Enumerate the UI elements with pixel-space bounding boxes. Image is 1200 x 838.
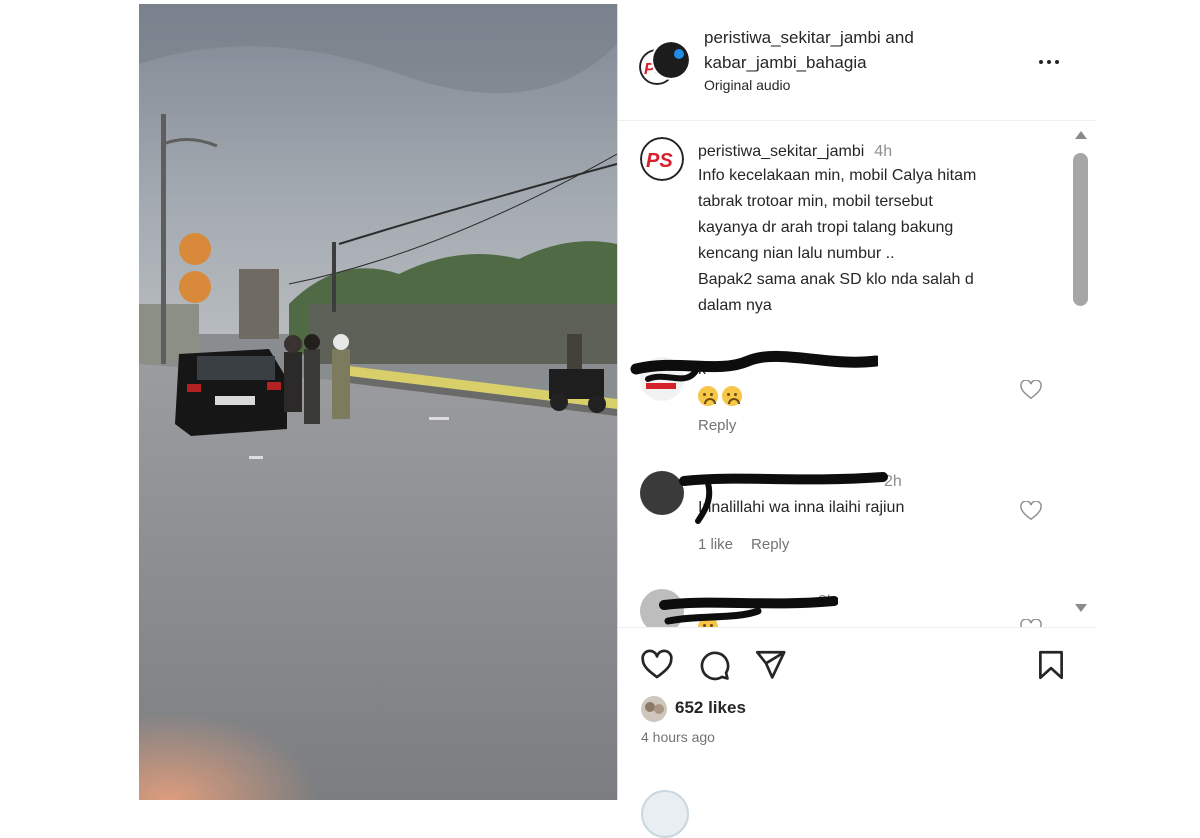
- comment-text: Innalillahi wa inna ilaihi rajiun: [698, 499, 905, 516]
- post-side-panel: PS peristiwa_sekitar_jambi and kabar_jam…: [617, 4, 1095, 838]
- comment-avatar[interactable]: [640, 357, 684, 401]
- comment-heart-icon[interactable]: [1020, 619, 1042, 627]
- liker-avatar[interactable]: [641, 696, 667, 722]
- likes-count[interactable]: 652 likes: [675, 698, 746, 718]
- sad-face-emoji-icon: [698, 386, 718, 406]
- avatar-icon: [646, 383, 676, 389]
- scroll-down-arrow-icon[interactable]: [1075, 604, 1087, 612]
- post-video[interactable]: [139, 4, 617, 800]
- comment-item: 3h: [618, 581, 1068, 627]
- caption-time[interactable]: 4h: [874, 143, 892, 160]
- audio-link[interactable]: Original audio: [704, 77, 790, 93]
- post-header: PS peristiwa_sekitar_jambi and kabar_jam…: [618, 4, 1095, 121]
- comment-item: 2h Innalillahi wa inna ilaihi rajiun 1 l…: [618, 461, 1068, 561]
- caption-line: Info kecelakaan min, mobil Calya hitam: [698, 167, 977, 184]
- comment-emojis: [698, 386, 746, 406]
- sad-face-emoji-icon: [698, 617, 718, 627]
- like-button[interactable]: [640, 648, 674, 682]
- comment-username[interactable]: k: [698, 361, 706, 378]
- bookmark-icon: [1039, 650, 1063, 680]
- send-icon: [755, 650, 786, 679]
- more-options-button[interactable]: [1039, 53, 1065, 69]
- comment-item: k Reply: [618, 349, 1068, 449]
- caption-avatar[interactable]: PS: [640, 137, 684, 181]
- comments-scrollbar[interactable]: [1069, 121, 1091, 627]
- comment-likes[interactable]: 1 like: [698, 536, 733, 553]
- save-button[interactable]: [1034, 648, 1068, 682]
- sad-face-emoji-icon: [722, 386, 742, 406]
- ps-logo-icon: PS: [640, 137, 684, 181]
- comment-button[interactable]: [697, 648, 731, 682]
- comment-avatar[interactable]: [640, 589, 684, 627]
- caption-line: Bapak2 sama anak SD klo nda salah d: [698, 271, 974, 288]
- post-timestamp[interactable]: 4 hours ago: [641, 729, 715, 745]
- scrollbar-thumb[interactable]: [1073, 153, 1088, 306]
- share-button[interactable]: [753, 648, 787, 682]
- comment-time[interactable]: 2h: [884, 473, 902, 490]
- caption-line: tabrak trotoar min, mobil tersebut: [698, 193, 933, 210]
- instagram-post: PS peristiwa_sekitar_jambi and kabar_jam…: [139, 4, 1095, 838]
- heart-icon: [641, 649, 673, 679]
- collaborator-logo-icon: [653, 42, 689, 78]
- street-scene-image: [139, 4, 617, 800]
- caption-username[interactable]: peristiwa_sekitar_jambi: [698, 143, 864, 160]
- reply-button[interactable]: Reply: [698, 417, 736, 434]
- reply-button[interactable]: Reply: [751, 536, 789, 553]
- comments-list[interactable]: PS peristiwa_sekitar_jambi 4h Info kecela…: [618, 121, 1095, 627]
- comment-time[interactable]: 3h: [818, 593, 836, 610]
- collaborator-avatar[interactable]: [651, 40, 691, 80]
- caption-line: kayanya dr arah tropi talang bakung: [698, 219, 954, 236]
- comment-avatar[interactable]: [640, 471, 684, 515]
- more-horizontal-icon: [1039, 59, 1043, 64]
- caption-text: Info kecelakaan min, mobil Calya hitam t…: [698, 163, 1058, 319]
- caption-line: kencang nian lalu numbur ..: [698, 245, 895, 262]
- scroll-up-arrow-icon[interactable]: [1075, 131, 1087, 139]
- post-actions: 652 likes 4 hours ago: [618, 627, 1095, 838]
- post-authors[interactable]: peristiwa_sekitar_jambi and kabar_jambi_…: [704, 25, 994, 75]
- author-username-line1[interactable]: peristiwa_sekitar_jambi and: [704, 25, 994, 50]
- comment-icon: [700, 651, 730, 681]
- current-user-avatar: [641, 790, 689, 838]
- svg-text:PS: PS: [646, 150, 673, 172]
- caption-line: dalam nya: [698, 297, 772, 314]
- comment-emojis: [698, 617, 722, 627]
- comment-heart-icon[interactable]: [1020, 380, 1042, 400]
- comment-heart-icon[interactable]: [1020, 501, 1042, 521]
- avatar-icon: [641, 696, 667, 722]
- author-username-line2[interactable]: kabar_jambi_bahagia: [704, 50, 994, 75]
